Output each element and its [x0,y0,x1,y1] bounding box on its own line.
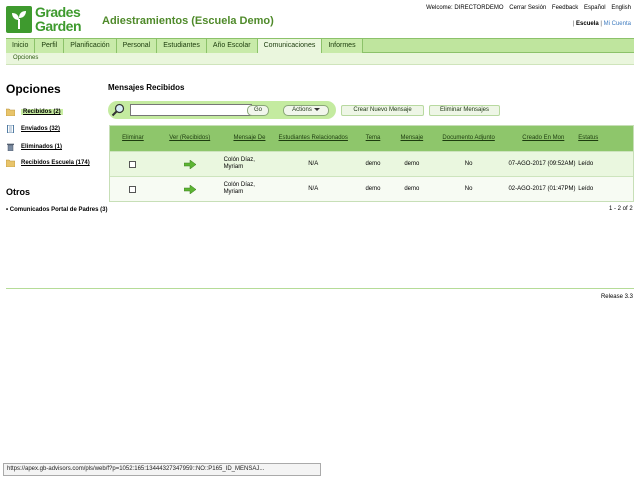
arrow-right-icon[interactable] [183,184,196,194]
context-switch: | Escuela | Mi Cuenta [573,21,631,27]
context-school[interactable]: Escuela [576,21,599,27]
others-item-label: Comunicados Portal de Padres (3) [9,207,108,213]
sprout-icon [12,11,26,29]
delete-checkbox[interactable] [129,185,137,193]
header-eliminar[interactable]: Eliminar [110,126,156,151]
view-cell [156,152,224,176]
others-item-comunicados[interactable]: • Comunicados Portal de Padres (3) [6,207,116,214]
sidebar-item-label: Eliminados (1) [21,144,63,150]
topic-cell: demo [365,160,381,167]
english-link[interactable]: English [611,5,631,11]
from-cell: Colón Díaz, Myriam [223,157,255,170]
sidebar-item-label: Recibidos Escuela (174) [21,160,90,166]
header-mensaje[interactable]: Mensaje [395,126,429,151]
header-documento[interactable]: Documento Adjunto [429,126,509,151]
status-bar-url: https://apex.gb-advisors.com/pls/web/f?p… [3,463,321,476]
top-links: Welcome: DIRECTORDEMO Cerrar Sesión Feed… [422,5,631,11]
document-icon [7,125,14,133]
topic-cell: demo [365,185,381,192]
others-title: Otros [6,187,31,197]
students-cell: N/A [308,185,319,192]
page-title: Mensajes Recibidos [108,83,185,92]
folder-icon [6,159,15,167]
folder-icon [6,108,15,116]
sidebar-item-label: Recibidos (2) [21,109,63,115]
arrow-right-icon[interactable] [183,159,196,169]
tab-personal[interactable]: Personal [116,39,158,53]
sidebar-item-recibidos[interactable]: Recibidos (2) [6,107,63,117]
feedback-link[interactable]: Feedback [552,5,578,11]
created-cell: 07-AGO-2017 (09:52AM) [508,160,576,167]
footer-divider [6,288,634,289]
header-mensaje-de[interactable]: Mensaje De [224,126,276,151]
bullet-icon: • [6,207,9,213]
search-icon [111,103,125,117]
context-my-account[interactable]: Mi Cuenta [604,21,631,27]
sidebar-item-eliminados[interactable]: Eliminados (1) [6,142,62,152]
logo-line-1: Grades [35,4,81,20]
tab-ano-escolar[interactable]: Año Escolar [206,39,258,53]
welcome-text: Welcome: DIRECTORDEMO [426,5,504,11]
created-cell: 02-AGO-2017 (01:47PM) [508,185,576,192]
attachment-cell: No [464,160,473,167]
logo-box [6,6,32,33]
spanish-link[interactable]: Español [584,5,606,11]
header-estatus[interactable]: Estatus [578,126,633,151]
logo-line-2: Garden [35,18,82,34]
table-row: Colón Díaz, Myriam N/A demo demo No 02-A… [110,176,633,201]
status-cell: Leído [578,160,594,167]
subnav-opciones[interactable]: Opciones [13,55,38,61]
message-cell: demo [404,185,420,192]
grades-garden-logo[interactable]: Grades Garden [6,5,94,35]
header-creado[interactable]: Creado En Mon [508,126,578,151]
sidebar-title: Opciones [6,82,61,96]
search-input[interactable] [130,104,252,116]
message-cell: demo [404,160,420,167]
table-row: Colón Díaz, Myriam N/A demo demo No 07-A… [110,151,633,176]
chevron-down-icon [313,107,320,111]
delete-checkbox[interactable] [129,160,137,168]
delete-cell [110,152,156,176]
sidebar-item-label: Enviados (32) [21,126,61,132]
main-nav: Inicio Perfil Planificación Personal Est… [6,38,634,53]
actions-label: Actions [292,107,312,113]
students-cell: N/A [308,160,319,167]
tab-comunicaciones[interactable]: Comunicaciones [257,39,323,53]
context-separator-left: | [572,21,575,27]
logo-wordmark: Grades Garden [35,4,82,34]
tab-planificacion[interactable]: Planificación [64,39,117,53]
context-separator: | [600,21,602,27]
create-message-button[interactable]: Crear Nuevo Mensaje [341,105,424,116]
tab-perfil[interactable]: Perfil [35,39,65,53]
tab-inicio[interactable]: Inicio [6,39,36,53]
header-ver[interactable]: Ver (Recibidos) [156,126,224,151]
subnav: Opciones [6,53,634,65]
delete-messages-button[interactable]: Eliminar Mensajes [429,105,500,116]
sidebar-item-enviados[interactable]: Enviados (32) [6,124,60,134]
actions-button[interactable]: Actions [283,105,329,116]
delete-cell [110,177,156,201]
status-cell: Leído [578,185,594,192]
tab-estudiantes[interactable]: Estudiantes [157,39,207,53]
messages-table: Eliminar Ver (Recibidos) Mensaje De Estu… [109,125,634,202]
view-cell [156,177,224,201]
logout-link[interactable]: Cerrar Sesión [509,5,546,11]
header-tema[interactable]: Tema [351,126,395,151]
release-label: Release 3.3 [600,294,633,300]
sidebar-item-recibidos-escuela[interactable]: Recibidos Escuela (174) [6,158,90,168]
table-header: Eliminar Ver (Recibidos) Mensaje De Estu… [110,126,633,151]
header-estudiantes[interactable]: Estudiantes Relacionados [275,126,351,151]
from-cell: Colón Díaz, Myriam [223,182,255,195]
go-button[interactable]: Go [247,105,269,116]
app-title: Adiestramientos (Escuela Demo) [102,15,274,27]
tab-informes[interactable]: Informes [322,39,363,53]
trash-icon [7,143,14,151]
pagination: 1 - 2 of 2 [609,206,633,212]
attachment-cell: No [464,185,473,192]
